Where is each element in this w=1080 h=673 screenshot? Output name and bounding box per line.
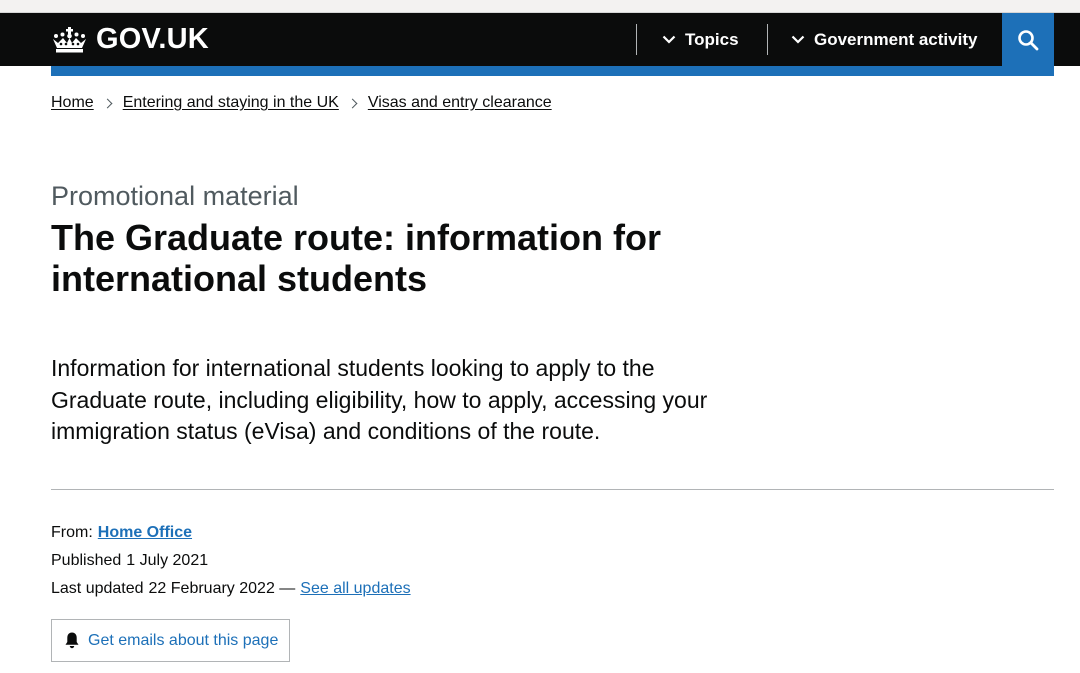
nav-government-activity-toggle[interactable]: Government activity xyxy=(791,23,977,56)
header-blue-bar xyxy=(51,66,1054,76)
meta-from-row: From: Home Office xyxy=(51,522,192,544)
see-all-updates-link[interactable]: See all updates xyxy=(300,578,410,600)
breadcrumb-home[interactable]: Home xyxy=(51,94,94,112)
page-caption: Promotional material xyxy=(51,181,299,211)
get-emails-button[interactable]: Get emails about this page xyxy=(51,619,290,662)
get-emails-label: Get emails about this page xyxy=(88,631,279,649)
from-label: From: xyxy=(51,524,93,541)
published-date: 1 July 2021 xyxy=(126,552,209,569)
updated-date: 22 February 2022 — xyxy=(148,580,296,597)
chevron-down-icon xyxy=(662,35,676,44)
nav-separator xyxy=(636,24,637,55)
updated-label: Last updated xyxy=(51,580,144,597)
chevron-down-icon xyxy=(791,35,805,44)
logo-text: GOV.UK xyxy=(96,23,209,55)
chevron-right-icon xyxy=(102,98,113,108)
breadcrumb-entering-and-staying[interactable]: Entering and staying in the UK xyxy=(123,94,339,112)
crown-icon xyxy=(53,26,86,52)
bell-icon xyxy=(65,632,79,649)
nav-topics-label: Topics xyxy=(685,29,739,49)
section-divider xyxy=(51,489,1054,490)
breadcrumb-visas-entry-clearance[interactable]: Visas and entry clearance xyxy=(368,94,552,112)
page-lead-paragraph: Information for international students l… xyxy=(51,355,708,444)
from-org-link[interactable]: Home Office xyxy=(98,522,192,544)
meta-published-row: Published 1 July 2021 xyxy=(51,550,208,572)
search-icon xyxy=(1018,29,1039,50)
chevron-right-icon xyxy=(347,98,358,108)
page-title: The Graduate route: information for inte… xyxy=(51,217,662,299)
nav-topics-toggle[interactable]: Topics xyxy=(662,23,739,56)
meta-updated-row: Last updated 22 February 2022 — See all … xyxy=(51,578,411,600)
search-button[interactable] xyxy=(1002,13,1054,66)
govuk-logo-link[interactable]: GOV.UK xyxy=(51,23,209,56)
nav-separator xyxy=(767,24,768,55)
site-header: GOV.UK Topics Government activity xyxy=(0,13,1080,66)
breadcrumb: Home Entering and staying in the UK Visa… xyxy=(51,92,552,114)
nav-government-activity-label: Government activity xyxy=(814,29,978,49)
published-label: Published xyxy=(51,552,122,569)
browser-top-strip xyxy=(0,0,1080,13)
